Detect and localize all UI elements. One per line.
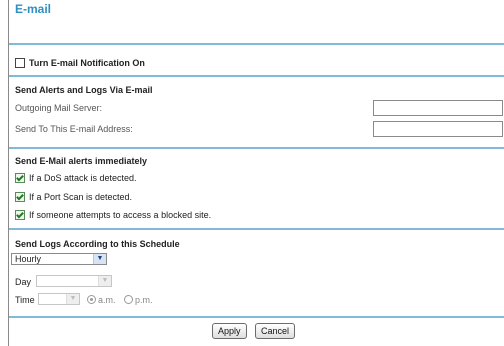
chevron-down-icon: ▼ — [98, 276, 111, 286]
notify-checkbox[interactable] — [15, 58, 25, 68]
ampm-radio-group: a.m. p.m. — [87, 295, 153, 305]
dos-alert-row[interactable]: If a DoS attack is detected. — [15, 173, 137, 183]
divider — [9, 228, 504, 230]
cancel-button[interactable]: Cancel — [255, 323, 296, 339]
divider — [9, 75, 504, 77]
outgoing-server-label: Outgoing Mail Server: — [15, 103, 103, 113]
schedule-heading: Send Logs According to this Schedule — [15, 239, 180, 249]
pm-radio[interactable] — [124, 295, 134, 304]
email-settings-panel: E-mail Turn E-mail Notification On Send … — [8, 0, 504, 346]
divider — [9, 316, 504, 318]
time-select[interactable]: ▼ — [38, 293, 80, 305]
chevron-down-icon: ▼ — [93, 254, 106, 264]
notify-label: Turn E-mail Notification On — [29, 58, 145, 68]
blocked-site-alert-label: If someone attempts to access a blocked … — [29, 210, 212, 220]
day-select[interactable]: ▼ — [36, 275, 112, 287]
divider — [9, 147, 504, 149]
chevron-down-icon: ▼ — [66, 294, 79, 304]
portscan-alert-label: If a Port Scan is detected. — [29, 192, 133, 202]
time-label: Time — [15, 295, 35, 305]
am-label: a.m. — [98, 295, 116, 305]
dos-alert-checkbox[interactable] — [15, 173, 25, 183]
alerts-logs-heading: Send Alerts and Logs Via E-mail — [15, 85, 153, 95]
portscan-alert-checkbox[interactable] — [15, 192, 25, 202]
send-to-label: Send To This E-mail Address: — [15, 124, 133, 134]
send-to-email-input[interactable] — [373, 121, 503, 137]
outgoing-server-input[interactable] — [373, 100, 503, 116]
schedule-frequency-value: Hourly — [15, 254, 42, 264]
pm-option[interactable]: p.m. — [124, 295, 153, 305]
dos-alert-label: If a DoS attack is detected. — [29, 173, 137, 183]
page-title: E-mail — [15, 2, 52, 16]
pm-label: p.m. — [135, 295, 153, 305]
am-radio[interactable] — [87, 295, 96, 304]
immediate-heading: Send E-Mail alerts immediately — [15, 156, 148, 166]
schedule-frequency-select[interactable]: Hourly ▼ — [11, 253, 107, 265]
blocked-site-alert-row[interactable]: If someone attempts to access a blocked … — [15, 210, 211, 220]
am-option[interactable]: a.m. — [87, 295, 116, 305]
portscan-alert-row[interactable]: If a Port Scan is detected. — [15, 192, 132, 202]
blocked-site-alert-checkbox[interactable] — [15, 210, 25, 220]
divider — [9, 43, 504, 45]
notify-row[interactable]: Turn E-mail Notification On — [15, 58, 145, 68]
apply-button[interactable]: Apply — [212, 323, 247, 339]
day-label: Day — [15, 277, 32, 287]
